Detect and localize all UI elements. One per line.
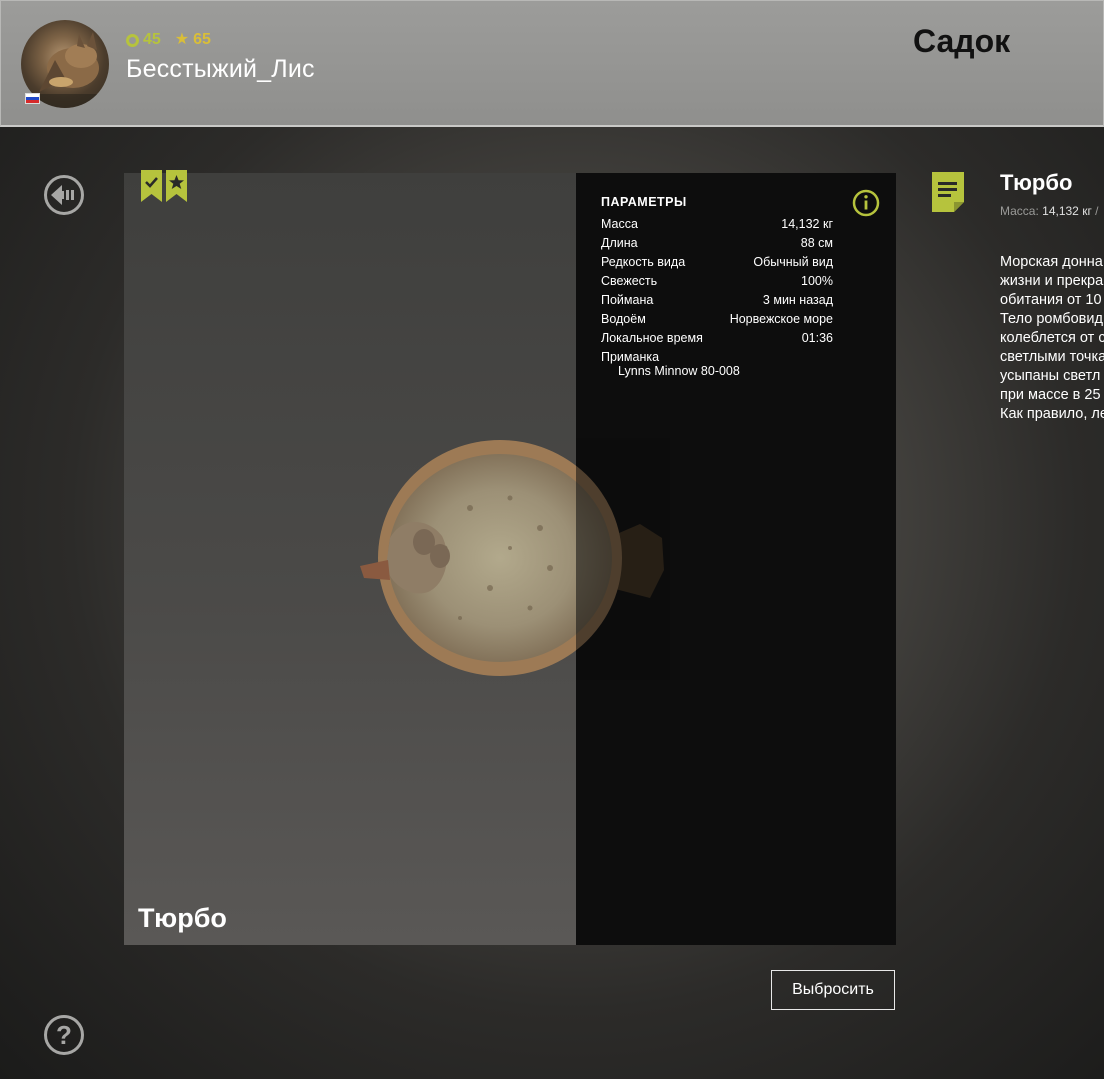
- param-label: Поймана: [601, 292, 654, 307]
- player-stats: 45 ★ 65: [126, 31, 211, 49]
- param-row-waterbody: Водоём Норвежское море: [601, 309, 833, 328]
- param-row-length: Длина 88 см: [601, 233, 833, 252]
- param-label: Свежесть: [601, 273, 658, 288]
- level-stat: 45: [126, 31, 161, 49]
- screen-title: Садок: [913, 23, 1011, 59]
- parameters-title: ПАРАМЕТРЫ: [601, 195, 687, 209]
- parameters-list: ПАРАМЕТРЫ Масса 14,132 кг Длина 88 см Ре…: [601, 195, 833, 378]
- description-line: Тело ромбовид: [1000, 311, 1103, 327]
- country-flag-icon: [25, 93, 40, 104]
- description-mass: Масса: 14,132 кг /: [1000, 204, 1099, 218]
- rating-value: 65: [193, 31, 211, 48]
- fish-name: Тюрбо: [138, 903, 227, 933]
- param-label: Водоём: [601, 311, 646, 326]
- description-line: Морская донна: [1000, 254, 1103, 270]
- discard-button[interactable]: Выбросить: [771, 970, 895, 1010]
- fish-badges: [141, 170, 187, 202]
- param-row-freshness: Свежесть 100%: [601, 271, 833, 290]
- bait-label: Приманка: [601, 350, 660, 364]
- param-value: 01:36: [801, 330, 833, 345]
- param-label: Локальное время: [601, 330, 703, 345]
- param-row-caught: Поймана 3 мин назад: [601, 290, 833, 309]
- back-arrow-icon: [51, 185, 74, 205]
- description-line: колеблется от с: [1000, 330, 1104, 346]
- param-label: Масса: [601, 216, 638, 231]
- param-row-rarity: Редкость вида Обычный вид: [601, 252, 833, 271]
- profile-header: 45 ★ 65 Бесстыжий_Лис Садок: [0, 0, 1104, 127]
- description-mass-label: Масса:: [1000, 204, 1039, 218]
- checkmark-ribbon-icon: [141, 170, 162, 202]
- help-button[interactable]: ?: [44, 1015, 84, 1055]
- star-icon: ★: [174, 31, 190, 48]
- param-row-mass: Масса 14,132 кг: [601, 214, 833, 233]
- username: Бесстыжий_Лис: [126, 55, 315, 83]
- bait-value: Lynns Minnow 80-008: [618, 364, 740, 378]
- turbot-fish-image: [360, 438, 670, 680]
- param-value: 88 см: [800, 235, 833, 250]
- description-line: жизни и прекра: [1000, 273, 1104, 289]
- description-mass-value: 14,132 кг: [1042, 204, 1092, 218]
- description-title: Тюрбо: [1000, 170, 1073, 195]
- level-value: 45: [143, 31, 161, 48]
- description-line: обитания от 10: [1000, 292, 1102, 308]
- description-line: Как правило, ле: [1000, 406, 1104, 422]
- star-ribbon-icon: [166, 170, 187, 202]
- param-value: 14,132 кг: [781, 216, 833, 231]
- description-text: Морская донна жизни и прекра обитания от…: [1000, 253, 1104, 424]
- question-mark-icon: ?: [56, 1019, 72, 1050]
- level-ring-icon: [126, 33, 139, 47]
- param-value: Обычный вид: [753, 254, 833, 269]
- description-line: усыпаны светл: [1000, 368, 1101, 384]
- param-label: Длина: [601, 235, 638, 250]
- info-icon[interactable]: [852, 189, 880, 217]
- param-value: 3 мин назад: [762, 292, 833, 307]
- back-button[interactable]: [44, 175, 84, 215]
- description-line: светлыми точка: [1000, 349, 1104, 365]
- rating-stat: ★ 65: [175, 31, 211, 49]
- param-value: 100%: [801, 273, 833, 288]
- description-note-icon[interactable]: [932, 172, 964, 212]
- description-line: при массе в 25: [1000, 387, 1101, 403]
- description-mass-tail: /: [1095, 204, 1099, 218]
- param-row-local-time: Локальное время 01:36: [601, 328, 833, 347]
- param-label: Редкость вида: [601, 254, 686, 269]
- param-value: Норвежское море: [729, 311, 833, 326]
